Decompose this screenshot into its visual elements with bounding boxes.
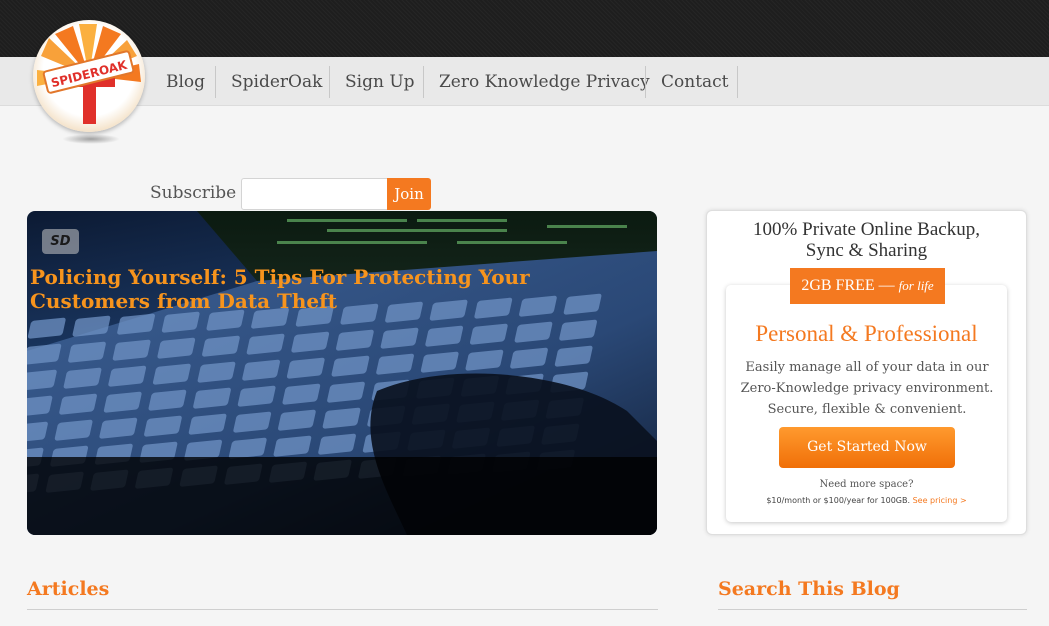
featured-post-title[interactable]: Policing Yourself: 5 Tips For Protecting… bbox=[30, 265, 610, 313]
logo-shadow bbox=[62, 134, 120, 144]
get-started-button[interactable]: Get Started Now bbox=[779, 427, 955, 468]
free-plan-ribbon: 2GB FREE — for life bbox=[790, 268, 945, 304]
signup-promo-box: 100% Private Online Backup, Sync & Shari… bbox=[706, 210, 1027, 535]
nav-item-sign-up[interactable]: Sign Up bbox=[345, 67, 415, 97]
sd-badge: SD bbox=[42, 229, 79, 254]
nav-item-contact[interactable]: Contact bbox=[661, 67, 729, 97]
subscribe-label: Subscribe bbox=[150, 183, 237, 203]
articles-divider bbox=[27, 609, 658, 610]
ribbon-main-text: 2GB FREE — bbox=[801, 277, 895, 294]
nav-item-zero-knowledge-privacy[interactable]: Zero Knowledge Privacy bbox=[439, 67, 650, 97]
keyboard-key bbox=[27, 317, 66, 339]
ribbon-em-text: for life bbox=[898, 278, 934, 293]
spideroak-logo-icon[interactable]: SPIDEROAK bbox=[33, 20, 145, 132]
promo-title-line1: 100% Private Online Backup, bbox=[753, 219, 980, 240]
nav-divider bbox=[737, 66, 738, 98]
nav-divider bbox=[329, 66, 330, 98]
promo-title: 100% Private Online Backup, Sync & Shari… bbox=[707, 219, 1026, 261]
logo-sunburst: SPIDEROAK bbox=[37, 24, 141, 124]
subscribe-email-input[interactable] bbox=[241, 178, 388, 210]
articles-heading: Articles bbox=[27, 578, 110, 600]
promo-desc-line3: Secure, flexible & convenient. bbox=[767, 402, 967, 417]
promo-description: Easily manage all of your data in our Ze… bbox=[737, 357, 997, 420]
hero-caption-bar bbox=[27, 457, 657, 535]
pricing-text: $10/month or $100/year for 100GB. See pr… bbox=[707, 496, 1026, 505]
nav-divider bbox=[645, 66, 646, 98]
main-nav: Blog SpiderOak Sign Up Zero Knowledge Pr… bbox=[0, 57, 1049, 106]
top-dark-bar bbox=[0, 0, 1049, 57]
promo-desc-line1: Easily manage all of your data in our bbox=[745, 360, 989, 375]
nav-item-spideroak[interactable]: SpiderOak bbox=[231, 67, 322, 97]
promo-desc-line2: Zero-Knowledge privacy environment. bbox=[740, 381, 994, 396]
pricing-info: $10/month or $100/year for 100GB. bbox=[766, 496, 911, 505]
search-blog-heading: Search This Blog bbox=[718, 578, 900, 600]
featured-post-image[interactable] bbox=[27, 211, 657, 535]
nav-divider bbox=[215, 66, 216, 98]
promo-heading: Personal & Professional bbox=[755, 321, 978, 346]
see-pricing-link[interactable]: See pricing > bbox=[913, 496, 967, 505]
promo-title-line2: Sync & Sharing bbox=[805, 240, 928, 261]
need-more-space-text: Need more space? bbox=[819, 479, 914, 490]
nav-divider bbox=[423, 66, 424, 98]
join-button[interactable]: Join bbox=[387, 178, 431, 210]
nav-item-blog[interactable]: Blog bbox=[166, 67, 205, 97]
search-divider bbox=[718, 609, 1027, 610]
